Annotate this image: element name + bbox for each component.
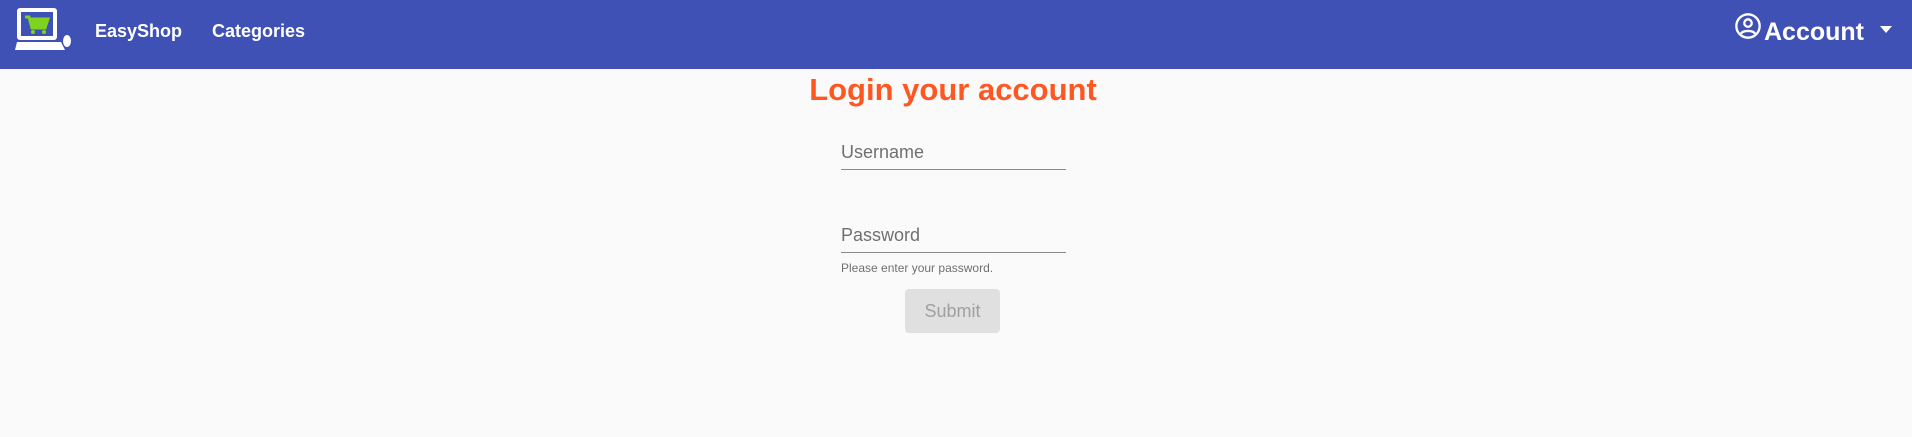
nav-easyshop-link[interactable]: EasyShop xyxy=(95,20,182,42)
username-input[interactable] xyxy=(841,140,1066,170)
password-field xyxy=(841,223,1066,253)
nav-categories-link[interactable]: Categories xyxy=(212,20,305,42)
account-menu-button[interactable]: Account xyxy=(1734,10,1894,50)
submit-button[interactable]: Submit xyxy=(905,289,1000,333)
top-toolbar: EasyShop Categories Account xyxy=(0,0,1912,69)
login-title: Login your account xyxy=(809,72,1097,107)
password-hint: Please enter your password. xyxy=(841,261,994,275)
password-input[interactable] xyxy=(841,223,1066,253)
shop-logo-icon[interactable] xyxy=(15,6,75,54)
username-field xyxy=(841,140,1066,170)
account-circle-icon xyxy=(1735,13,1761,39)
caret-down-icon xyxy=(1880,26,1892,33)
account-label: Account xyxy=(1764,18,1864,46)
